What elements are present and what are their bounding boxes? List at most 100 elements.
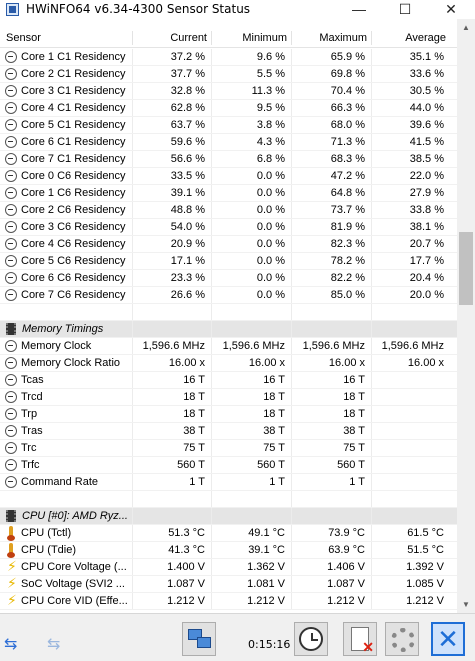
close-window-button[interactable]: ✕ xyxy=(428,0,474,19)
status-toolbar: ⇆ ⇆ 0:15:16 ✕ ✕ xyxy=(0,613,475,661)
table-row[interactable]: Trc 75 T 75 T 75 T xyxy=(0,440,457,457)
table-row[interactable]: Core 4 C1 Residency 62.8 % 9.5 % 66.3 % 44.0… xyxy=(0,100,457,117)
current-value: 16 T xyxy=(183,374,205,386)
current-value: 62.8 % xyxy=(170,102,205,114)
minimum-value: 0.0 % xyxy=(256,238,285,250)
scrollbar-thumb[interactable] xyxy=(459,232,473,305)
column-header-current[interactable]: Current xyxy=(132,28,211,48)
average-value: 41.5 % xyxy=(409,136,444,148)
minimum-value: 0.0 % xyxy=(256,187,285,199)
table-row[interactable]: Core 2 C6 Residency 48.8 % 0.0 % 73.7 % 33.8… xyxy=(0,202,457,219)
column-header-minimum[interactable]: Minimum xyxy=(211,28,291,48)
average-value xyxy=(371,372,450,389)
vertical-scrollbar[interactable]: ▲ ▼ xyxy=(457,19,475,613)
table-row[interactable]: Trcd 18 T 18 T 18 T xyxy=(0,389,457,406)
grid-line xyxy=(132,321,133,337)
maximum-value: 70.4 % xyxy=(330,85,365,97)
minimum-value: 9.6 % xyxy=(256,51,285,63)
sensor-name: Core 0 C6 Residency xyxy=(21,170,126,182)
table-row[interactable]: Core 2 C1 Residency 37.7 % 5.5 % 69.8 % 33.6… xyxy=(0,66,457,83)
maximum-value: 81.9 % xyxy=(330,221,365,233)
table-row[interactable]: Core 3 C6 Residency 54.0 % 0.0 % 81.9 % 38.1… xyxy=(0,219,457,236)
collapse-arrows-icon[interactable]: ⇆ xyxy=(47,636,60,652)
table-row[interactable]: Core 4 C6 Residency 20.9 % 0.0 % 82.3 % 20.7… xyxy=(0,236,457,253)
current-value: 560 T xyxy=(177,459,205,471)
table-row[interactable]: ⚡ SoC Voltage (SVI2 ... 1.087 V 1.081 V 1.08… xyxy=(0,576,457,593)
table-row[interactable]: CPU (Tdie) 41.3 °C 39.1 °C 63.9 °C 51.5 °C xyxy=(0,542,457,559)
sensor-name: Core 4 C1 Residency xyxy=(21,102,126,114)
current-value: 16.00 x xyxy=(168,357,205,369)
sensor-name: Core 4 C6 Residency xyxy=(21,238,126,250)
table-row[interactable]: Trfc 560 T 560 T 560 T xyxy=(0,457,457,474)
maximum-value: 1.212 V xyxy=(327,595,365,607)
settings-button[interactable] xyxy=(385,622,419,656)
minimize-button[interactable]: — xyxy=(336,0,382,19)
table-row[interactable]: Memory Clock 1,596.6 MHz 1,596.6 MHz 1,596.… xyxy=(0,338,457,355)
maximum-value: 16.00 x xyxy=(328,357,365,369)
table-row[interactable]: CPU (Tctl) 51.3 °C 49.1 °C 73.9 °C 61.5 °C xyxy=(0,525,457,542)
grid-line xyxy=(211,321,212,337)
average-value: 38.1 % xyxy=(409,221,444,233)
table-row[interactable]: Memory Clock Ratio 16.00 x 16.00 x 16.00 x 1… xyxy=(0,355,457,372)
column-header-average[interactable]: Average xyxy=(371,28,450,48)
table-row[interactable]: Tcas 16 T 16 T 16 T xyxy=(0,372,457,389)
maximum-value: 78.2 % xyxy=(330,255,365,267)
table-row[interactable]: Command Rate 1 T 1 T 1 T xyxy=(0,474,457,491)
average-value: 1.085 V xyxy=(406,578,444,590)
sensor-name: Core 2 C6 Residency xyxy=(21,204,126,216)
maximum-value: 75 T xyxy=(343,442,365,454)
current-value: 20.9 % xyxy=(170,238,205,250)
table-row[interactable]: ⚡ CPU Core VID (Effe... 1.212 V 1.212 V 1.21… xyxy=(0,593,457,610)
table-row[interactable]: Core 1 C6 Residency 39.1 % 0.0 % 64.8 % 27.9… xyxy=(0,185,457,202)
clear-log-button[interactable]: ✕ xyxy=(343,622,377,656)
maximum-value: 68.3 % xyxy=(330,153,365,165)
sensor-name: CPU (Tctl) xyxy=(21,527,72,539)
table-row[interactable]: Core 5 C6 Residency 17.1 % 0.0 % 78.2 % 17.7… xyxy=(0,253,457,270)
table-row[interactable]: Core 7 C1 Residency 56.6 % 6.8 % 68.3 % 38.5… xyxy=(0,151,457,168)
table-row[interactable]: ⚡ CPU Core Voltage (... 1.400 V 1.362 V 1.40… xyxy=(0,559,457,576)
close-sensors-button[interactable]: ✕ xyxy=(431,622,465,656)
grid-line xyxy=(132,491,133,507)
average-value: 35.1 % xyxy=(409,51,444,63)
minimum-value: 0.0 % xyxy=(256,221,285,233)
reset-timer-button[interactable] xyxy=(294,622,328,656)
average-value: 22.0 % xyxy=(409,170,444,182)
table-row[interactable]: Core 5 C1 Residency 63.7 % 3.8 % 68.0 % 39.6… xyxy=(0,117,457,134)
sensor-group-row[interactable]: Memory Timings xyxy=(0,321,457,338)
maximum-value: 18 T xyxy=(343,408,365,420)
sensor-name: Tcas xyxy=(21,374,44,386)
sensor-name: Tras xyxy=(21,425,43,437)
maximum-value: 65.9 % xyxy=(330,51,365,63)
maximize-button[interactable]: ☐ xyxy=(382,0,428,19)
sensor-name: Core 1 C1 Residency xyxy=(21,51,126,63)
maximum-value: 1 T xyxy=(349,476,365,488)
table-row[interactable]: Core 6 C6 Residency 23.3 % 0.0 % 82.2 % 20.4… xyxy=(0,270,457,287)
table-row[interactable]: Core 7 C6 Residency 26.6 % 0.0 % 85.0 % 20.0… xyxy=(0,287,457,304)
scroll-up-arrow-icon[interactable]: ▲ xyxy=(457,19,475,36)
average-value: 33.6 % xyxy=(409,68,444,80)
table-row[interactable]: Trp 18 T 18 T 18 T xyxy=(0,406,457,423)
grid-line xyxy=(132,304,133,320)
table-row[interactable]: Core 3 C1 Residency 32.8 % 11.3 % 70.4 % 30.… xyxy=(0,83,457,100)
table-row[interactable]: Core 1 C1 Residency 37.2 % 9.6 % 65.9 % 35.1… xyxy=(0,49,457,66)
scroll-down-arrow-icon[interactable]: ▼ xyxy=(457,596,475,613)
minimum-value: 49.1 °C xyxy=(248,527,285,539)
column-header-sensor[interactable]: Sensor xyxy=(0,28,132,48)
maximum-value: 1,596.6 MHz xyxy=(302,340,365,352)
current-value: 39.1 % xyxy=(170,187,205,199)
network-sensors-button[interactable] xyxy=(182,622,216,656)
group-label: Memory Timings xyxy=(22,323,104,335)
table-row[interactable]: Core 6 C1 Residency 59.6 % 4.3 % 71.3 % 41.5… xyxy=(0,134,457,151)
column-header-maximum[interactable]: Maximum xyxy=(291,28,371,48)
minimum-value: 0.0 % xyxy=(256,272,285,284)
average-value: 20.4 % xyxy=(409,272,444,284)
maximum-value: 85.0 % xyxy=(330,289,365,301)
sensor-group-row[interactable]: CPU [#0]: AMD Ryz... xyxy=(0,508,457,525)
sensor-name: Core 6 C6 Residency xyxy=(21,272,126,284)
sensor-name: Memory Clock Ratio xyxy=(21,357,121,369)
expand-arrows-icon[interactable]: ⇆ xyxy=(4,636,17,652)
table-row[interactable]: Tras 38 T 38 T 38 T xyxy=(0,423,457,440)
average-value: 1.212 V xyxy=(406,595,444,607)
table-row[interactable]: Core 0 C6 Residency 33.5 % 0.0 % 47.2 % 22.0… xyxy=(0,168,457,185)
minimum-value: 1 T xyxy=(269,476,285,488)
